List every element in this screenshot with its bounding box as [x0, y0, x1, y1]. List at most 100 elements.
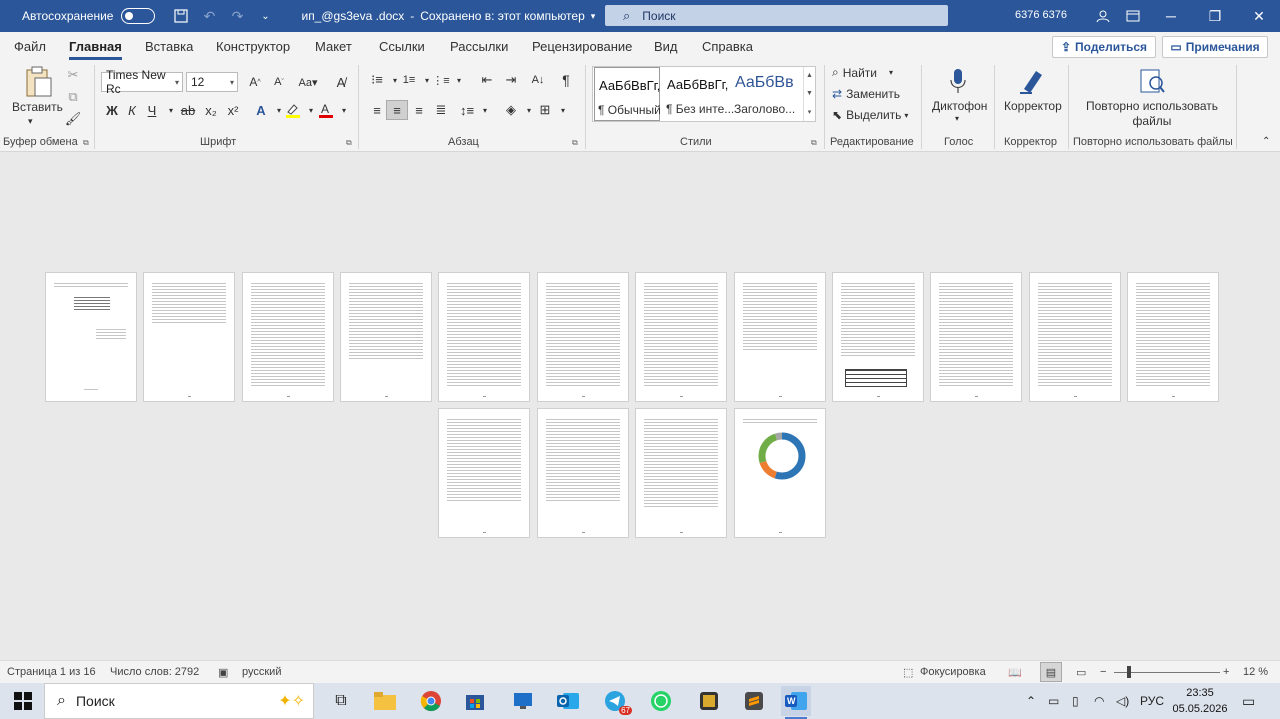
page-thumbnail[interactable] [734, 272, 826, 402]
page-thumbnail[interactable] [930, 272, 1022, 402]
redo-icon[interactable]: ↷ [223, 4, 251, 28]
collapse-ribbon-icon[interactable]: ⌃ [1262, 136, 1270, 147]
paste-dropdown-icon[interactable]: ▾ [28, 116, 33, 127]
align-center-icon[interactable]: ≡ [386, 100, 408, 120]
page-thumbnail[interactable] [635, 272, 727, 402]
font-name-combo[interactable]: Times New Rc ▾ [101, 68, 183, 96]
subscript-button[interactable]: x₂ [200, 100, 222, 120]
autosave-toggle[interactable] [121, 8, 156, 24]
reuse-files-label[interactable]: Повторно использовать файлы [1078, 99, 1226, 129]
gallery-scroll[interactable]: ▲ ▼ ▾ [803, 67, 815, 121]
page-thumbnail[interactable] [143, 272, 235, 402]
chevron-down-icon[interactable]: ▾ [591, 11, 596, 22]
page-thumbnail[interactable] [1029, 272, 1121, 402]
tab-file[interactable]: Файл [14, 39, 46, 54]
page-thumbnail[interactable] [340, 272, 432, 402]
sublime-icon[interactable] [739, 686, 769, 716]
page-thumbnail[interactable] [1127, 272, 1219, 402]
increase-indent-icon[interactable]: ⇥ [500, 70, 522, 90]
keyboard-language[interactable]: РУС [1140, 683, 1164, 719]
show-marks-icon[interactable]: ¶ [555, 70, 577, 90]
align-left-icon[interactable]: ≡ [366, 100, 388, 120]
page-thumbnail[interactable] [537, 408, 629, 538]
windows-start-icon[interactable] [8, 686, 38, 716]
focus-label[interactable]: Фокусировка [920, 666, 986, 678]
customize-qat-icon[interactable]: ⌄ [251, 4, 279, 28]
taskbar-search[interactable]: ⌕ Поиск ✦✧ [44, 683, 314, 719]
comments-button[interactable]: ▭ Примечания [1162, 36, 1268, 58]
shrink-font-icon[interactable]: Aˇ [268, 72, 290, 92]
tab-view[interactable]: Вид [654, 39, 678, 54]
tab-mailings[interactable]: Рассылки [450, 39, 508, 54]
save-icon[interactable] [167, 4, 195, 28]
microphone-icon[interactable] [944, 66, 972, 96]
decrease-indent-icon[interactable]: ⇤ [476, 70, 498, 90]
telegram-icon[interactable]: 67 [600, 686, 632, 716]
tab-design[interactable]: Конструктор [216, 39, 290, 54]
font-launcher-icon[interactable]: ⧉ [346, 138, 352, 148]
page-thumbnail[interactable] [734, 408, 826, 538]
font-color-dropdown-icon[interactable]: ▾ [333, 100, 355, 120]
zoom-level[interactable]: 12 % [1243, 666, 1268, 678]
align-right-icon[interactable]: ≡ [408, 100, 430, 120]
tab-home[interactable]: Главная [69, 39, 122, 60]
outlook-icon[interactable] [553, 686, 583, 716]
language-indicator[interactable]: русский [242, 666, 281, 678]
paste-label[interactable]: Вставить [12, 100, 63, 114]
bold-button[interactable]: Ж [101, 100, 123, 120]
whatsapp-icon[interactable] [646, 686, 676, 716]
tab-insert[interactable]: Вставка [145, 39, 193, 54]
close-icon[interactable]: ✕ [1236, 0, 1280, 32]
spellcheck-icon[interactable]: ▣ [218, 666, 228, 679]
page-thumbnail[interactable] [242, 272, 334, 402]
editor-label[interactable]: Корректор [1004, 99, 1062, 113]
chevron-up-icon[interactable]: ▲ [806, 72, 813, 79]
clear-formatting-icon[interactable]: A̸ [330, 72, 352, 92]
style-heading[interactable]: АаБбВв Заголово... [731, 67, 803, 121]
chrome-icon[interactable] [416, 686, 446, 716]
zoom-slider-thumb[interactable] [1127, 666, 1131, 678]
page-thumbnail[interactable] [635, 408, 727, 538]
dictate-dropdown-icon[interactable]: ▾ [955, 114, 959, 123]
page-indicator[interactable]: Страница 1 из 16 [7, 666, 96, 678]
remote-desktop-icon[interactable] [508, 686, 538, 716]
paste-icon[interactable] [18, 64, 58, 100]
font-size-combo[interactable]: 12 ▾ [186, 72, 238, 92]
italic-button[interactable]: К [121, 100, 143, 120]
page-thumbnail[interactable] [45, 272, 137, 402]
store-icon[interactable] [460, 686, 490, 716]
word-icon[interactable]: W [781, 686, 811, 719]
style-no-spacing[interactable]: АаБбВвГг, ¶ Без инте... [663, 67, 734, 121]
search-input[interactable]: ⌕ Поиск [605, 5, 948, 26]
chevron-down-icon[interactable]: ▼ [806, 90, 813, 97]
page-thumbnail[interactable] [438, 272, 530, 402]
strikethrough-button[interactable]: ab [177, 100, 199, 120]
sort-icon[interactable]: A↓ [527, 70, 549, 90]
file-explorer-icon[interactable] [370, 686, 400, 716]
undo-icon[interactable]: ↶ [195, 4, 223, 28]
page-thumbnail[interactable] [832, 272, 924, 402]
paragraph-launcher-icon[interactable]: ⧉ [572, 138, 578, 148]
style-normal[interactable]: АаБбВвГг, ¶ Обычный [594, 67, 661, 121]
grow-font-icon[interactable]: A ^ [244, 72, 266, 92]
document-canvas[interactable] [0, 152, 1280, 660]
dictate-label[interactable]: Диктофон [932, 99, 987, 113]
clipboard-launcher-icon[interactable]: ⧉ [83, 138, 89, 148]
more-styles-icon[interactable]: ▾ [808, 108, 812, 116]
maximize-icon[interactable]: ❐ [1192, 0, 1238, 32]
minimize-icon[interactable]: ─ [1148, 0, 1194, 32]
copy-icon[interactable]: ⧉ [62, 87, 84, 107]
page-thumbnail[interactable] [537, 272, 629, 402]
tab-layout[interactable]: Макет [315, 39, 352, 54]
editor-icon[interactable] [1016, 66, 1048, 96]
change-case-icon[interactable]: Aa▾ [297, 72, 319, 92]
wifi-icon[interactable]: ◠ [1094, 683, 1104, 719]
task-view-icon[interactable]: ⧉ [326, 686, 356, 716]
network-device-icon[interactable]: ▭ [1048, 683, 1059, 719]
tab-references[interactable]: Ссылки [379, 39, 425, 54]
display-icon[interactable]: ▯ [1072, 683, 1079, 719]
print-layout-icon[interactable]: ▤ [1040, 662, 1062, 682]
find-button[interactable]: ⌕ Найти ▾ [832, 65, 893, 80]
read-mode-icon[interactable]: 📖 [1008, 666, 1022, 679]
styles-launcher-icon[interactable]: ⧉ [811, 138, 817, 148]
